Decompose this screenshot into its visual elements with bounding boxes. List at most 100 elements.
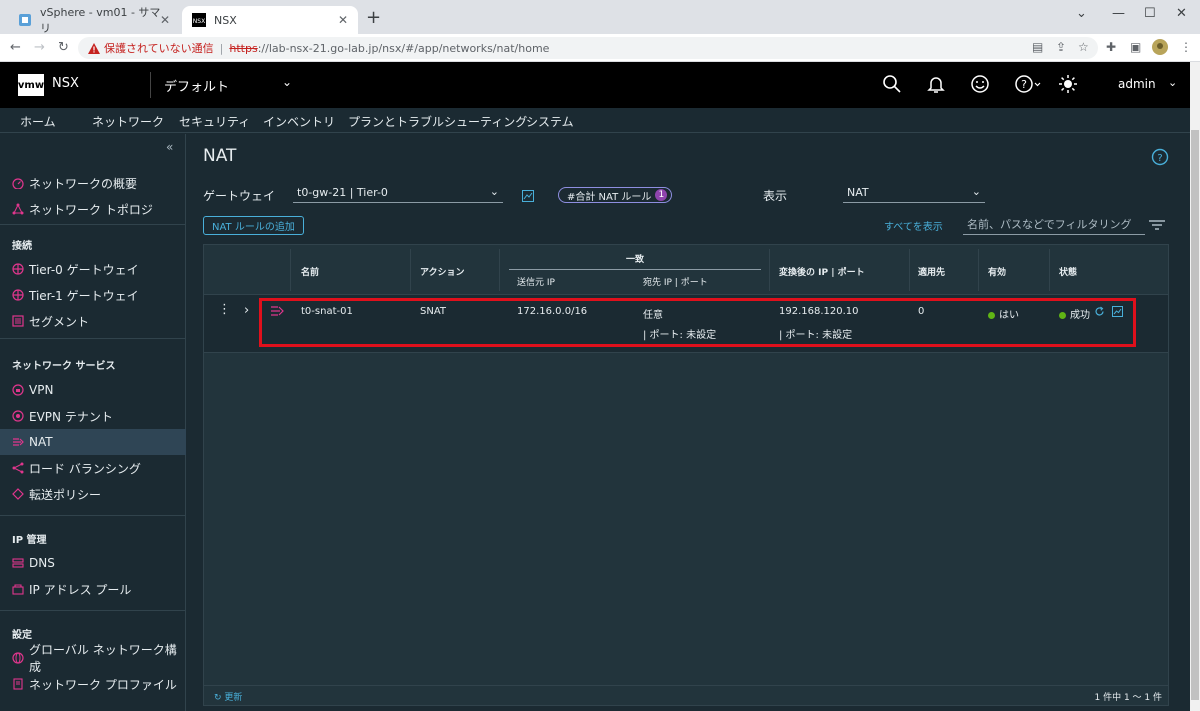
sidebar-item-forwarding-policy[interactable]: 転送ポリシー: [12, 485, 101, 503]
sidebar-item-label: ネットワーク プロファイル: [29, 677, 177, 692]
gateway-label: ゲートウェイ: [203, 189, 276, 203]
main-content: NAT ? ゲートウェイ t0-gw-21 | Tier-0 ⌄ #合計 NAT…: [187, 134, 1190, 711]
column-header-source-ip[interactable]: 送信元 IP: [517, 275, 555, 288]
back-icon[interactable]: ←: [10, 40, 21, 55]
column-header-destination[interactable]: 宛先 IP | ポート: [643, 275, 708, 288]
user-menu[interactable]: admin: [1118, 77, 1156, 91]
sidebar-item-tier0[interactable]: Tier-0 ゲートウェイ: [12, 260, 139, 278]
nat-rules-table: 名前 アクション 一致 送信元 IP 宛先 IP | ポート 変換後の IP |…: [203, 244, 1169, 706]
nsx-favicon-icon: NSX: [192, 13, 206, 27]
nav-inventory[interactable]: インベントリ: [263, 113, 335, 130]
filter-icon[interactable]: [1149, 220, 1165, 230]
column-header-action[interactable]: アクション: [420, 265, 465, 278]
maximize-icon[interactable]: ☐: [1144, 6, 1156, 21]
nav-network[interactable]: ネットワーク: [92, 113, 165, 136]
sidebar-item-load-balancing[interactable]: ロード バランシング: [12, 459, 141, 477]
tab-title: NSX: [214, 13, 237, 27]
column-divider: [1049, 249, 1050, 291]
sidebar-item-segments[interactable]: セグメント: [12, 312, 89, 330]
reload-icon[interactable]: ↻: [58, 40, 69, 55]
filter-input[interactable]: 名前、パスなどでフィルタリング: [963, 214, 1145, 235]
scrollbar-thumb[interactable]: [1191, 130, 1199, 700]
nav-security[interactable]: セキュリティ: [179, 113, 250, 130]
chevron-down-icon[interactable]: ⌄: [1168, 76, 1177, 89]
profile-avatar-icon[interactable]: [1152, 39, 1168, 55]
column-header-status[interactable]: 状態: [1059, 265, 1077, 278]
sidebar-item-vpn[interactable]: VPN: [12, 381, 53, 399]
sidebar-item-network-profiles[interactable]: ネットワーク プロファイル: [12, 675, 177, 693]
sidebar-item-label: ロード バランシング: [29, 461, 141, 476]
column-header-apply-to[interactable]: 適用先: [918, 265, 945, 278]
nav-system[interactable]: システム: [526, 113, 574, 130]
sidebar-item-tier1[interactable]: Tier-1 ゲートウェイ: [12, 286, 139, 304]
svg-text:NSX: NSX: [193, 18, 205, 25]
search-icon[interactable]: [882, 74, 902, 94]
column-divider: [909, 249, 910, 291]
close-tab-icon[interactable]: ✕: [338, 13, 348, 27]
close-window-icon[interactable]: ✕: [1176, 6, 1187, 21]
help-circle-icon[interactable]: ?: [1151, 148, 1169, 166]
sidebar-item-label: Tier-0 ゲートウェイ: [29, 262, 139, 277]
column-divider: [499, 249, 500, 291]
row-menu-icon[interactable]: ⋮: [218, 303, 231, 316]
smiley-feedback-icon[interactable]: [970, 74, 990, 94]
column-header-name[interactable]: 名前: [301, 265, 319, 278]
chart-icon[interactable]: [522, 190, 534, 202]
context-selector[interactable]: デフォルト: [164, 76, 229, 95]
new-tab-button[interactable]: +: [366, 9, 381, 27]
refresh-button[interactable]: ↻ 更新: [214, 690, 242, 703]
gateway-select[interactable]: t0-gw-21 | Tier-0 ⌄: [293, 183, 503, 203]
column-header-match: 一致: [626, 255, 645, 265]
theme-sun-icon[interactable]: [1058, 74, 1078, 94]
sidebar-item-ip-pool[interactable]: IP アドレス プール: [12, 580, 131, 598]
translate-icon[interactable]: ▤: [1032, 40, 1043, 54]
table-row[interactable]: ⋮ › t0-snat-01 SNAT 172.16.0.0/16 任意 | ポ…: [204, 295, 1168, 353]
sidebar-item-global-config[interactable]: グローバル ネットワーク構成: [12, 643, 185, 674]
help-icon[interactable]: ?: [1014, 74, 1042, 94]
chevron-down-icon[interactable]: ⌄: [282, 75, 292, 89]
browser-tab-nsx[interactable]: NSX NSX ✕: [182, 6, 358, 34]
sidebar-item-evpn[interactable]: EVPN テナント: [12, 407, 113, 425]
bookmark-star-icon[interactable]: ☆: [1078, 40, 1089, 54]
sidebar-item-network-topology[interactable]: ネットワーク トポロジ: [12, 200, 153, 218]
collapse-sidebar-icon[interactable]: «: [166, 140, 173, 154]
tab-search-icon[interactable]: ⌄: [1076, 6, 1087, 21]
tab-title: vSphere - vm01 - サマリ: [40, 6, 161, 35]
nat-icon: [13, 438, 24, 446]
close-tab-icon[interactable]: ✕: [160, 13, 170, 27]
menu-icon[interactable]: ⋮: [1180, 40, 1192, 54]
page-scrollbar[interactable]: [1190, 62, 1200, 711]
table-footer: ↻ 更新 1 件中 1 ～ 1 件: [204, 685, 1168, 706]
share-icon[interactable]: ⇪: [1056, 40, 1066, 54]
extensions-icon[interactable]: ✚: [1106, 40, 1116, 54]
security-warning[interactable]: 保護されていない通信: [104, 40, 214, 56]
view-select[interactable]: NAT ⌄: [843, 183, 985, 203]
sidebar-item-dns[interactable]: DNS: [12, 554, 55, 572]
nav-plan-troubleshoot[interactable]: プランとトラブルシューティング: [348, 113, 527, 130]
sidebar-item-label: IP アドレス プール: [29, 582, 132, 597]
nav-home[interactable]: ホーム: [20, 113, 56, 130]
app-name: NSX: [52, 76, 79, 91]
vmware-logo: vmw: [18, 74, 44, 96]
table-header: 名前 アクション 一致 送信元 IP 宛先 IP | ポート 変換後の IP |…: [204, 245, 1168, 295]
address-bar[interactable]: 保護されていない通信 | https ://lab-nsx-21.go-lab.…: [78, 37, 1098, 59]
column-divider: [978, 249, 979, 291]
expand-row-icon[interactable]: ›: [244, 303, 249, 318]
column-header-translated[interactable]: 変換後の IP | ポート: [779, 265, 865, 278]
browser-tab-vsphere[interactable]: vSphere - vm01 - サマリ ✕: [8, 6, 180, 35]
show-all-link[interactable]: すべてを表示: [884, 218, 943, 233]
view-value: NAT: [847, 186, 869, 199]
nat-count-badge: 1: [655, 189, 668, 201]
add-nat-rule-button[interactable]: NAT ルールの追加: [203, 216, 304, 235]
sidebar-item-label: NAT: [29, 435, 53, 449]
sidebar: « ネットワークの概要 ネットワーク トポロジ 接続 Tier-0 ゲートウェイ…: [0, 134, 186, 711]
forward-icon[interactable]: →: [34, 40, 45, 55]
minimize-icon[interactable]: —: [1112, 6, 1125, 21]
side-panel-icon[interactable]: ▣: [1130, 40, 1141, 54]
sidebar-item-label: VPN: [29, 383, 54, 397]
gateway-value: t0-gw-21 | Tier-0: [297, 186, 388, 199]
sidebar-item-network-overview[interactable]: ネットワークの概要: [12, 174, 137, 192]
column-header-enabled[interactable]: 有効: [988, 265, 1006, 278]
bell-icon[interactable]: [926, 74, 946, 94]
sidebar-item-nat[interactable]: NAT: [12, 433, 53, 451]
